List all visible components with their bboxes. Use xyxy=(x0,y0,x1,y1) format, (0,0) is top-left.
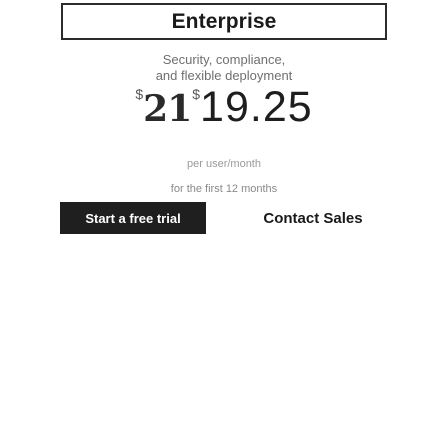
price-display: $21$19.25 xyxy=(0,86,448,129)
plan-description-line-1: Security, compliance, xyxy=(162,52,286,67)
price-amount: 19.25 xyxy=(200,83,313,131)
old-price-amount: 21 xyxy=(143,88,192,130)
billing-period: per user/month xyxy=(187,158,261,170)
trial-note: for the first 12 months xyxy=(170,183,278,195)
plan-description: Security, compliance, and flexible deplo… xyxy=(0,52,448,84)
old-price-currency: $ xyxy=(135,86,144,102)
start-free-trial-button[interactable]: Start a free trial xyxy=(60,202,206,234)
plan-description-line-2: and flexible deployment xyxy=(155,68,293,83)
pricing-card: Enterprise Security, compliance, and fle… xyxy=(0,0,448,448)
plan-title-box: Enterprise xyxy=(61,3,387,40)
price-currency: $ xyxy=(192,86,201,102)
plan-title: Enterprise xyxy=(171,9,277,33)
contact-sales-button[interactable]: Contact Sales xyxy=(230,202,396,234)
